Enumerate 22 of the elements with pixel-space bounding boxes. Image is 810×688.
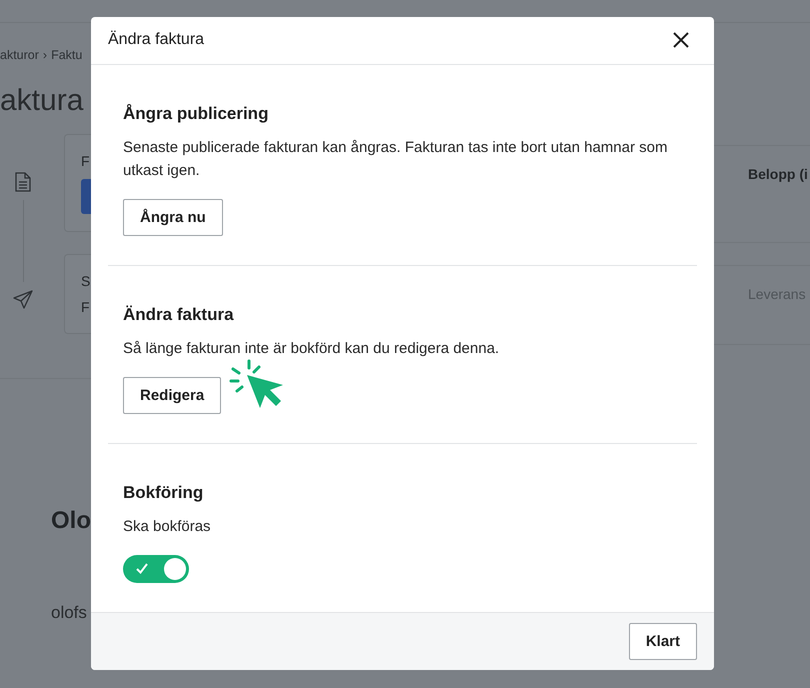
check-icon: [136, 562, 148, 574]
customer-name: Olo: [51, 507, 91, 535]
card-text: F: [81, 153, 91, 169]
chevron-icon: ›: [42, 48, 48, 62]
column-label: Belopp (i: [748, 166, 808, 182]
action-button[interactable]: Redigera: [123, 376, 222, 414]
page-title: aktura: [0, 84, 84, 118]
toggle-switch[interactable]: [123, 554, 189, 583]
section-heading: Bokföring: [123, 482, 204, 503]
action-button[interactable]: Ångra nu: [123, 198, 223, 236]
card-text: S: [81, 273, 91, 289]
section-text: Ska bokföras: [123, 516, 212, 537]
card-text: F: [81, 299, 91, 315]
customer-email: olofs: [51, 603, 88, 623]
section-heading: Ångra publicering: [123, 104, 270, 124]
dialog-title: Ändra faktura: [108, 31, 204, 50]
section-text: Så länge fakturan inte är bokförd kan du redigera denna.: [123, 338, 500, 359]
send-icon: [13, 290, 33, 309]
section-heading: Ändra faktura: [123, 304, 235, 325]
done-button[interactable]: Klart: [628, 622, 697, 660]
document-icon: [15, 172, 31, 192]
section-text: Senaste publicerade fakturan kan ångras. Fakturan tas inte bort utan hamnar som utkast igen.: [123, 138, 668, 181]
